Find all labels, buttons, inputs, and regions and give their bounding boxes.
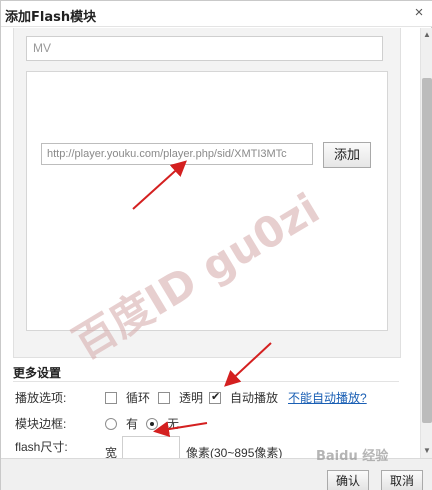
autoplay-label: 自动播放 [230, 391, 279, 405]
close-icon[interactable]: × [411, 4, 427, 22]
transparent-label: 透明 [179, 391, 204, 405]
width-label: 宽 [105, 446, 118, 458]
add-button[interactable]: 添加 [323, 142, 371, 168]
scroll-up-icon[interactable]: ▲ [421, 28, 432, 42]
border-yes-radio[interactable] [105, 417, 117, 430]
autoplay-option[interactable]: 自动播放 [209, 389, 278, 406]
width-input[interactable] [122, 436, 180, 458]
cancel-button[interactable]: 取消 [381, 470, 423, 490]
section-divider [13, 381, 399, 382]
border-label: 模块边框: [15, 417, 67, 431]
flash-preview-box: http://player.youku.com/player.php/sid/X… [26, 71, 388, 331]
scroll-down-icon[interactable]: ▼ [421, 444, 432, 458]
width-unit-hint: 像素(30~895像素) [186, 446, 283, 458]
confirm-button[interactable]: 确认 [327, 470, 369, 490]
dialog-footer: 确认 取消 [1, 458, 432, 490]
dialog-titlebar: 添加Flash模块 × [1, 1, 432, 27]
vertical-scrollbar[interactable]: ▲ ▼ [420, 28, 432, 458]
play-options-label: 播放选项: [15, 391, 67, 405]
autoplay-help-link[interactable]: 不能自动播放? [288, 389, 367, 406]
dialog-content: MV http://player.youku.com/player.php/si… [1, 28, 421, 458]
loop-checkbox[interactable] [105, 391, 117, 404]
loop-option[interactable]: 循环 [105, 389, 150, 406]
autoplay-checkbox[interactable] [209, 390, 221, 404]
dialog-title: 添加Flash模块 [5, 10, 97, 25]
transparent-option[interactable]: 透明 [158, 389, 203, 406]
transparent-checkbox[interactable] [158, 391, 170, 404]
border-no-radio[interactable] [146, 417, 158, 430]
border-no-label: 无 [167, 417, 180, 431]
border-yes-label: 有 [126, 417, 139, 431]
flash-settings-panel: MV http://player.youku.com/player.php/si… [13, 28, 401, 358]
border-no-option[interactable]: 无 [146, 415, 179, 432]
flash-name-input[interactable]: MV [26, 36, 383, 61]
border-yes-option[interactable]: 有 [105, 415, 138, 432]
scroll-thumb[interactable] [422, 78, 432, 423]
flash-size-label: flash尺寸: [15, 440, 68, 454]
flash-module-dialog: 添加Flash模块 × MV http://player.youku.com/p… [0, 0, 432, 490]
flash-url-input[interactable]: http://player.youku.com/player.php/sid/X… [41, 143, 313, 165]
more-settings-title: 更多设置 [13, 366, 62, 380]
loop-label: 循环 [126, 391, 151, 405]
